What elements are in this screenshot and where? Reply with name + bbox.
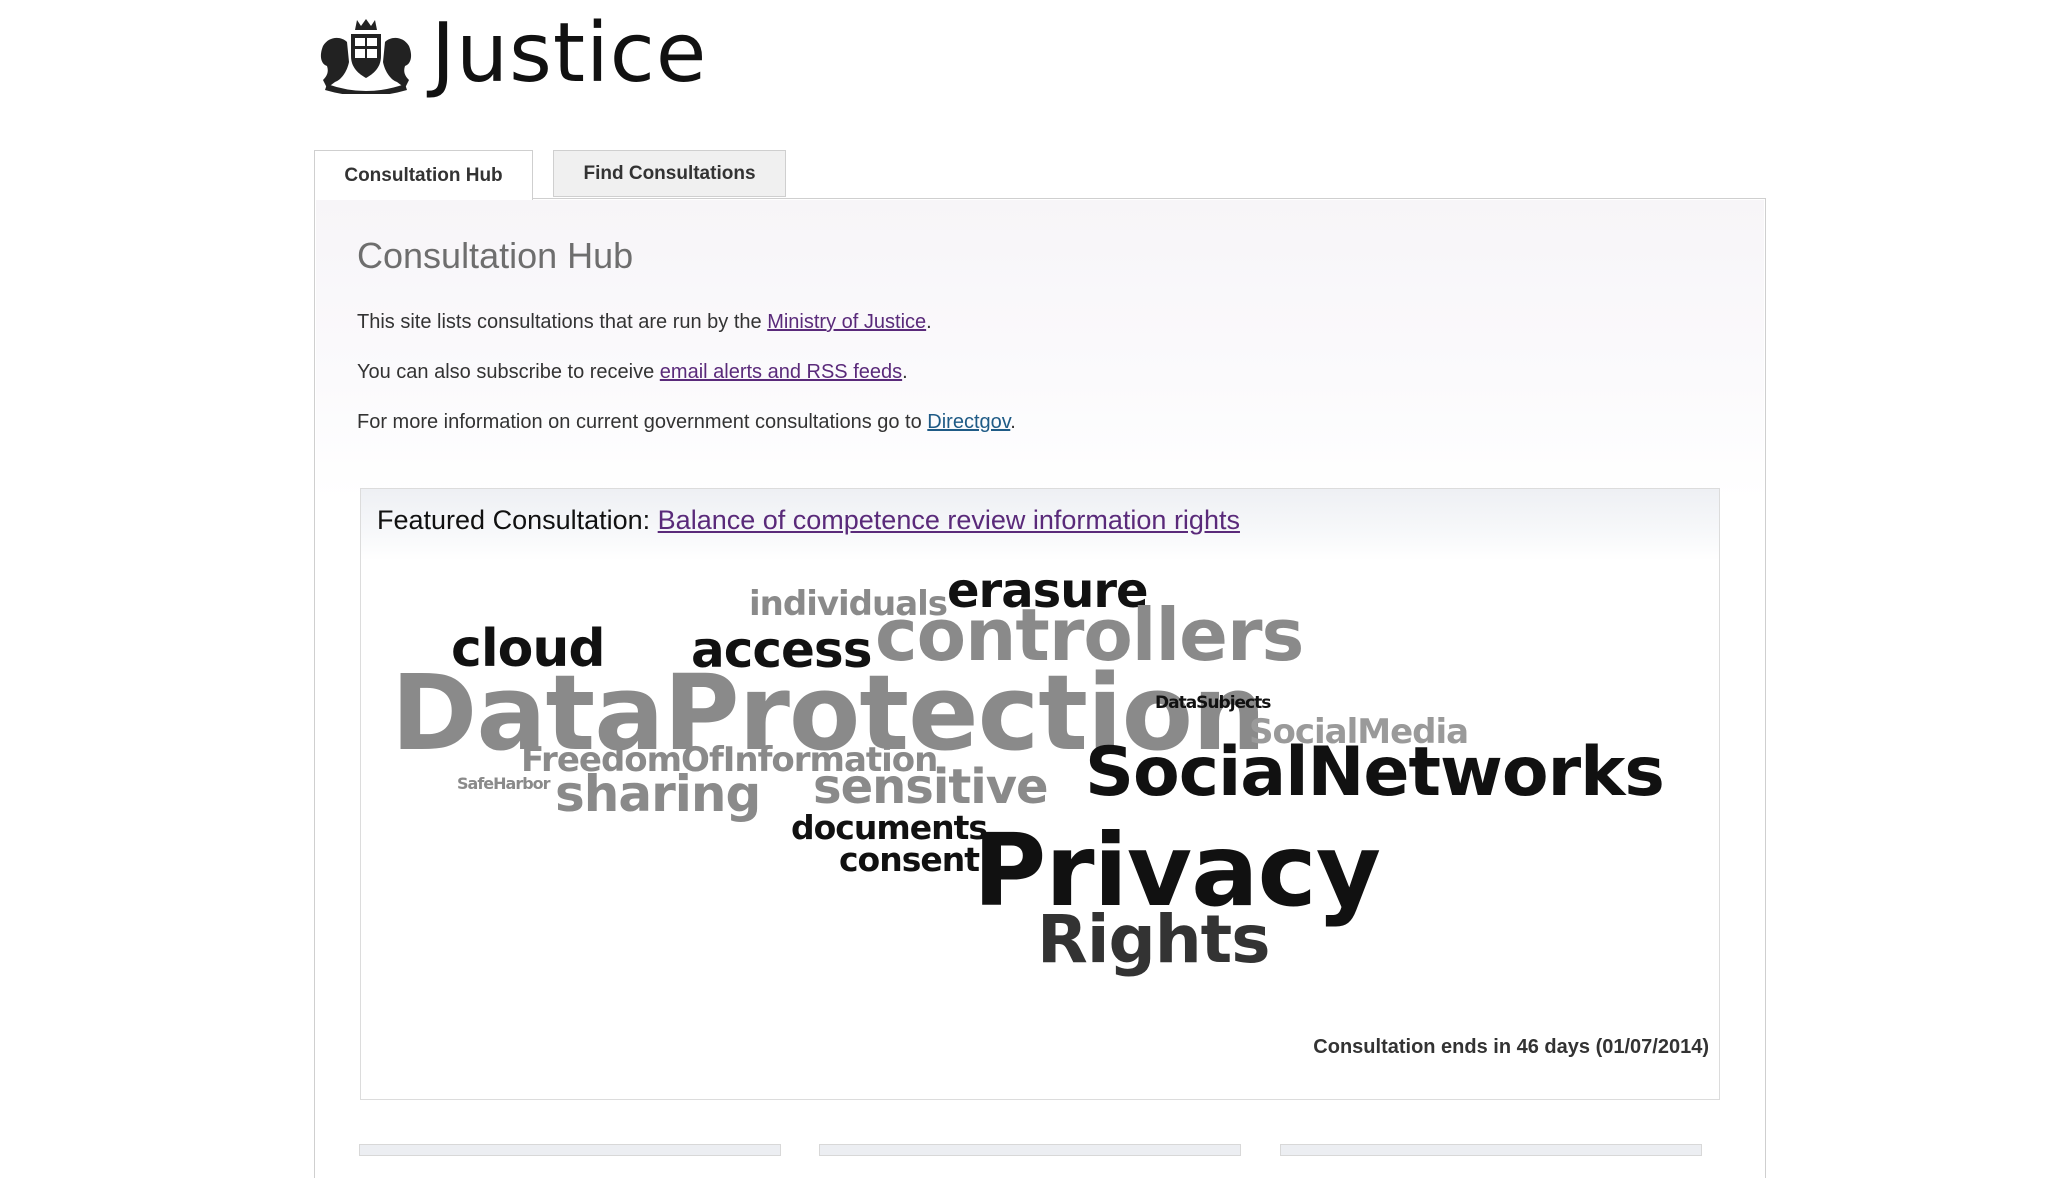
ministry-of-justice-link[interactable]: Ministry of Justice bbox=[767, 311, 926, 333]
intro-paragraph: This site lists consultations that are r… bbox=[357, 311, 932, 334]
cloud-word-rights: Rights bbox=[1037, 901, 1271, 978]
directgov-link[interactable]: Directgov bbox=[927, 411, 1010, 433]
lower-box-2 bbox=[819, 1144, 1241, 1156]
lower-box-3 bbox=[1280, 1144, 1702, 1156]
tab-consultation-hub[interactable]: Consultation Hub bbox=[314, 150, 533, 200]
cloud-word-sharing: sharing bbox=[555, 765, 761, 823]
cloud-word-datasubjects: DataSubjects bbox=[1155, 693, 1271, 713]
logo-text: Justice bbox=[431, 6, 708, 101]
featured-consultation-box: Featured Consultation: Balance of compet… bbox=[360, 488, 1720, 1100]
subscribe-text: You can also subscribe to receive bbox=[357, 361, 660, 383]
justice-logo[interactable]: Justice bbox=[313, 6, 713, 101]
consultation-ends-text: Consultation ends in 46 days (01/07/2014… bbox=[1313, 1036, 1709, 1058]
cloud-word-socialnetworks: SocialNetworks bbox=[1085, 733, 1665, 812]
email-alerts-rss-link[interactable]: email alerts and RSS feeds bbox=[660, 361, 902, 383]
directgov-text: For more information on current governme… bbox=[357, 411, 928, 433]
page-title: Consultation Hub bbox=[357, 235, 634, 276]
word-cloud-image[interactable]: erasure individuals cloud access control… bbox=[361, 489, 1721, 1101]
content-panel: Consultation Hub This site lists consult… bbox=[314, 198, 1766, 1178]
tab-find-consultations[interactable]: Find Consultations bbox=[553, 150, 786, 197]
subscribe-period: . bbox=[902, 361, 908, 383]
intro-period: . bbox=[926, 311, 932, 333]
intro-text: This site lists consultations that are r… bbox=[357, 311, 768, 333]
directgov-paragraph: For more information on current governme… bbox=[357, 411, 1016, 434]
cloud-word-sensitive: sensitive bbox=[813, 759, 1049, 815]
cloud-word-safeharbor: SafeHarbor bbox=[457, 774, 551, 793]
royal-coat-of-arms-icon bbox=[320, 19, 412, 94]
subscribe-paragraph: You can also subscribe to receive email … bbox=[357, 361, 908, 384]
directgov-period: . bbox=[1010, 411, 1016, 433]
lower-box-1 bbox=[359, 1144, 781, 1156]
cloud-word-consent: consent bbox=[839, 840, 980, 879]
